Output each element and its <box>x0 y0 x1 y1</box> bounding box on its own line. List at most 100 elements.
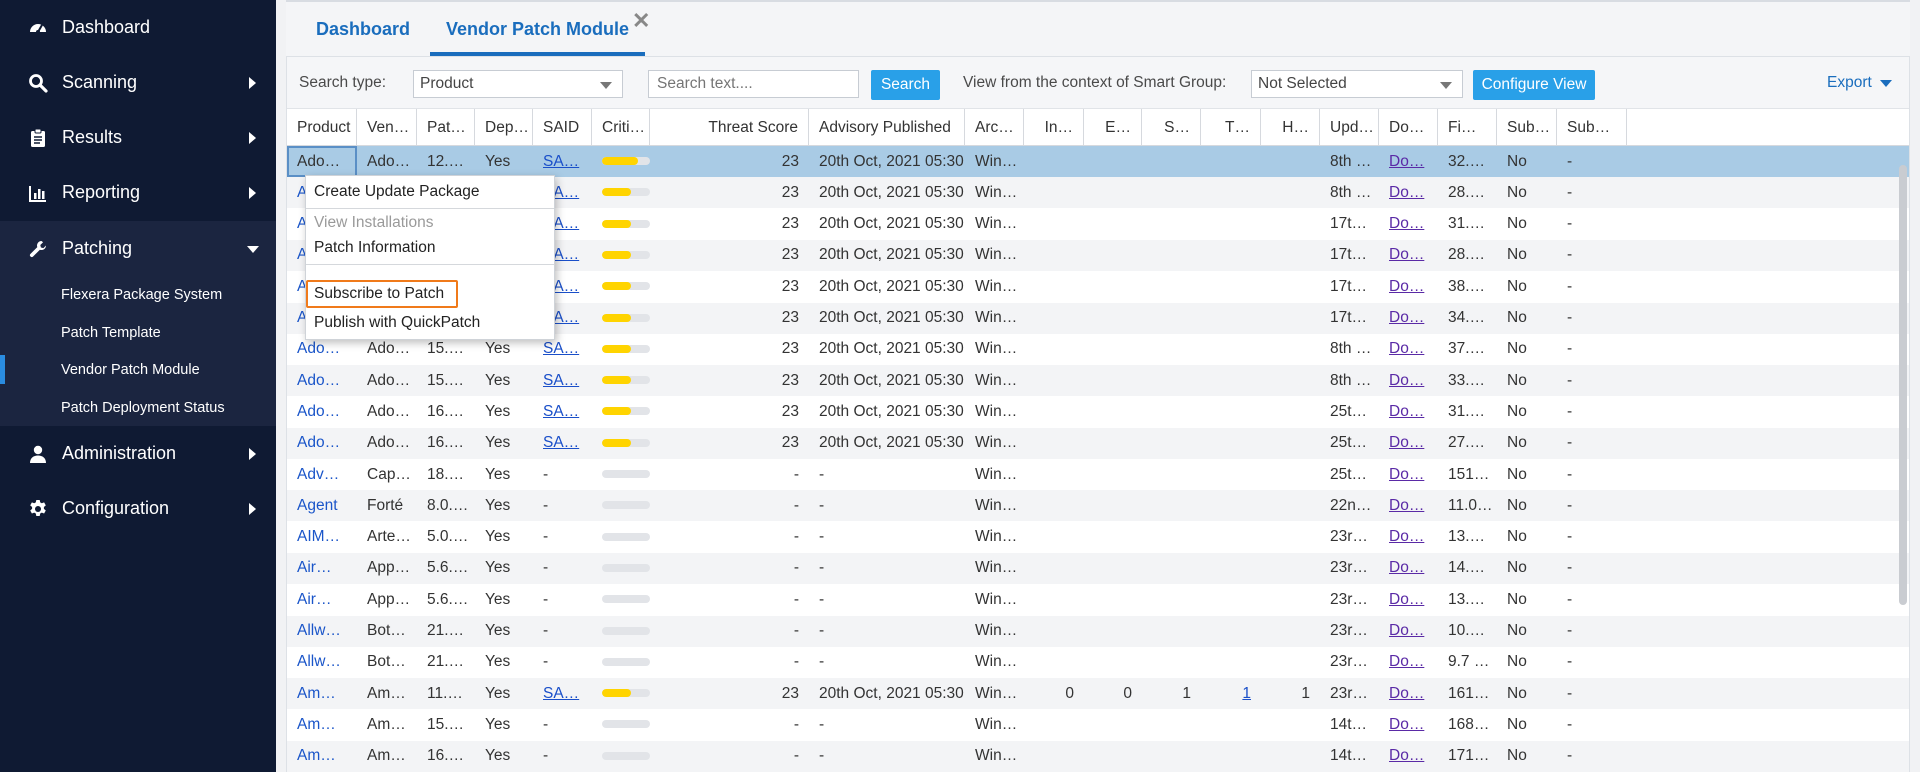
table-row[interactable]: Am… Am… 16.… Yes - - - Win… 14t… Do… 171… No - <box>287 740 1909 772</box>
cell-do[interactable]: Do… <box>1379 303 1438 334</box>
column-header[interactable]: In… <box>1024 109 1084 146</box>
cell-do[interactable]: Do… <box>1379 490 1438 521</box>
cell-threat: - <box>793 653 799 671</box>
cell-do[interactable]: Do… <box>1379 709 1438 740</box>
cell-do[interactable]: Do… <box>1379 240 1438 271</box>
cell-do[interactable]: Do… <box>1379 146 1438 177</box>
table-row[interactable]: AIM… Arte… 5.0.… Yes - - - Win… 23r… Do… 13.… No - <box>287 522 1909 553</box>
menu-item-subscribe-to-patch[interactable]: Subscribe to Patch <box>306 280 554 308</box>
cell-arch: Win… <box>975 215 1018 233</box>
cell-do[interactable]: Do… <box>1379 553 1438 584</box>
menu-item-view-installations: View Installations <box>314 214 434 231</box>
cell-do[interactable]: Do… <box>1379 396 1438 427</box>
cell-sub1: No <box>1507 152 1527 170</box>
cell-said[interactable]: SA… <box>533 678 592 709</box>
search-input[interactable] <box>648 70 859 98</box>
table-row[interactable]: Agent Forté 8.0.… Yes - - - Win… 22n… Do… 11.0… No - <box>287 490 1909 522</box>
cell-t <box>1201 553 1261 584</box>
table-row[interactable]: Allw… Bot… 21.… Yes - - - Win… 23r… Do… 10.… No - <box>287 615 1909 647</box>
table-row[interactable]: Adv… Cap… 18.… Yes - - - Win… 25t… Do… 151… No - <box>287 459 1909 490</box>
column-header[interactable]: SAID <box>533 109 592 146</box>
sidebar-item-dashboard[interactable]: Dashboard <box>0 0 276 55</box>
table-row[interactable]: Am… Am… 15.… Yes - - - Win… 14t… Do… 168… No - <box>287 709 1909 740</box>
column-header[interactable]: H… <box>1261 109 1320 146</box>
table-row[interactable]: Ado… Ado… 16.… Yes SA… 23 20th Oct, 2021 05:30… <box>287 427 1909 459</box>
submenu-item-flexera-package-system[interactable]: Flexera Package System <box>0 276 276 313</box>
cell-t <box>1201 522 1261 553</box>
search-type-select[interactable]: Product <box>413 70 623 98</box>
column-header[interactable]: Fi… <box>1438 109 1497 146</box>
cell-said[interactable]: SA… <box>533 396 592 427</box>
column-header[interactable]: Sub… <box>1557 109 1627 146</box>
cell-said[interactable]: SA… <box>533 365 592 396</box>
cell-s <box>1142 177 1201 208</box>
column-header[interactable]: Do… <box>1379 109 1438 146</box>
sidebar-item-reporting[interactable]: Reporting <box>0 165 276 220</box>
cell-do[interactable]: Do… <box>1379 584 1438 615</box>
column-header[interactable]: Arc… <box>965 109 1024 146</box>
cell-said[interactable]: SA… <box>533 428 592 459</box>
submenu-item-vendor-patch-module[interactable]: Vendor Patch Module <box>0 351 276 388</box>
column-header[interactable]: E… <box>1084 109 1142 146</box>
cell-do[interactable]: Do… <box>1379 271 1438 302</box>
cell-sub2: - <box>1567 309 1573 326</box>
sidebar-item-results[interactable]: Results <box>0 110 276 165</box>
table-row[interactable]: Allw… Bot… 21.… Yes - - - Win… 23r… Do… 9.7 … No - <box>287 647 1909 678</box>
column-header[interactable]: Product <box>287 109 357 146</box>
cell-do[interactable]: Do… <box>1379 647 1438 678</box>
cell-in <box>1024 428 1084 459</box>
search-button[interactable]: Search <box>871 70 940 100</box>
column-header[interactable]: Sub… <box>1497 109 1557 146</box>
cell-do[interactable]: Do… <box>1379 365 1438 396</box>
column-header[interactable]: Ven… <box>357 109 417 146</box>
column-header[interactable]: S… <box>1142 109 1201 146</box>
sidebar-item-administration[interactable]: Administration <box>0 426 276 481</box>
table-row[interactable]: Am… Am… 11.… Yes SA… 23 20th Oct, 2021 05:30 Wi… <box>287 678 1909 710</box>
configure-view-button[interactable]: Configure View <box>1473 70 1595 100</box>
tab-vendor-patch-module[interactable]: Vendor Patch Module <box>430 2 646 56</box>
menu-item-patch-information[interactable]: Patch Information <box>306 234 554 262</box>
column-header[interactable]: Advisory Published <box>809 109 965 146</box>
table-row[interactable]: Air… App… 5.6.… Yes - - - Win… 23r… Do… 13.… No - <box>287 584 1909 615</box>
sidebar-item-patching[interactable]: Patching <box>0 221 276 276</box>
cell-in <box>1024 741 1084 772</box>
column-header[interactable]: T… <box>1201 109 1261 146</box>
criticality-bar <box>592 303 650 334</box>
cell-dep: Yes <box>485 590 511 608</box>
cell-said[interactable]: SA… <box>533 146 592 177</box>
sidebar-item-scanning[interactable]: Scanning <box>0 55 276 110</box>
table-row[interactable]: Ado… Ado… 12.… Yes SA… 23 20th Oct, 2021 05:30… <box>287 146 1909 177</box>
column-header[interactable]: Threat Score <box>650 109 809 146</box>
cell-t <box>1201 303 1261 334</box>
column-header[interactable]: Dep… <box>475 109 533 146</box>
cell-dep: Yes <box>485 152 511 170</box>
table-row[interactable]: Air… App… 5.6.… Yes - - - Win… 23r… Do… 14.… No - <box>287 552 1909 584</box>
vertical-scrollbar[interactable] <box>1899 165 1907 605</box>
cell-do[interactable]: Do… <box>1379 334 1438 365</box>
cell-do[interactable]: Do… <box>1379 209 1438 240</box>
cell-h <box>1261 177 1320 208</box>
table-row[interactable]: Ado… Ado… 16.… Yes SA… 23 20th Oct, 2021 05:30… <box>287 396 1909 427</box>
cell-do[interactable]: Do… <box>1379 459 1438 490</box>
cell-do[interactable]: Do… <box>1379 522 1438 553</box>
cell-do[interactable]: Do… <box>1379 741 1438 772</box>
column-header[interactable]: Pat… <box>417 109 475 146</box>
table-row[interactable]: Ado… Ado… 15.… Yes SA… 23 20th Oct, 2021 05:30… <box>287 365 1909 397</box>
tab-dashboard[interactable]: Dashboard <box>316 2 410 56</box>
close-tab-icon[interactable]: ✕ <box>632 8 650 34</box>
cell-t[interactable]: 1 <box>1201 678 1261 709</box>
cell-do[interactable]: Do… <box>1379 616 1438 647</box>
column-header[interactable]: Upd… <box>1320 109 1379 146</box>
menu-item-create-update-package[interactable]: Create Update Package <box>306 178 554 206</box>
submenu-item-patch-deployment-status[interactable]: Patch Deployment Status <box>0 389 276 426</box>
cell-do[interactable]: Do… <box>1379 678 1438 709</box>
menu-item-publish-with-quickpatch[interactable]: Publish with QuickPatch <box>306 309 554 337</box>
cell-vendor: Ado… <box>367 152 411 170</box>
cell-do[interactable]: Do… <box>1379 428 1438 459</box>
export-menu[interactable]: Export <box>1827 57 1892 109</box>
submenu-item-patch-template[interactable]: Patch Template <box>0 314 276 351</box>
sidebar-item-configuration[interactable]: Configuration <box>0 481 276 536</box>
column-header[interactable]: Criti… <box>592 109 650 146</box>
smart-group-select[interactable]: Not Selected <box>1251 70 1463 98</box>
cell-do[interactable]: Do… <box>1379 177 1438 208</box>
